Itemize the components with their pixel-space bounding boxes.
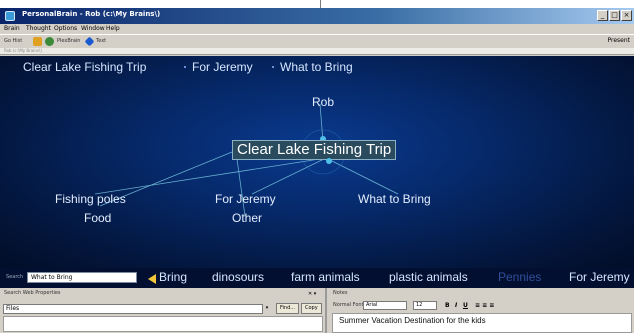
globe-icon[interactable]	[45, 37, 54, 46]
toolbar: Go Hist PlexBrain Text Present	[0, 34, 634, 48]
thought-parent[interactable]: Rob	[312, 95, 334, 109]
thought-child[interactable]: What to Bring	[358, 192, 431, 206]
thought-jump[interactable]: Food	[84, 211, 111, 225]
breadcrumb-separator	[272, 66, 274, 68]
pin-item[interactable]: Pennies	[498, 270, 541, 284]
address-bar: Rob (c:\My Brains\)	[0, 48, 634, 55]
bold-button[interactable]: B	[445, 302, 450, 309]
notes-panel: Notes Normal Font Arial 12 B I U ≡ ≡ ≡ S…	[329, 288, 634, 333]
search-label: Search	[6, 274, 24, 280]
link-child-3	[325, 157, 399, 195]
text-button[interactable]: Text	[96, 38, 106, 44]
pin-arrow-icon[interactable]	[148, 274, 156, 284]
plexbrain-button[interactable]: PlexBrain	[57, 38, 80, 44]
panel-tabs[interactable]: Search Web Properties	[4, 290, 61, 296]
breadcrumb-separator	[184, 66, 186, 68]
chevron-down-icon[interactable]: ▾	[262, 304, 271, 314]
copy-button[interactable]: Copy	[301, 303, 322, 314]
notes-tab[interactable]: Notes	[333, 290, 347, 296]
diamond-icon[interactable]	[84, 36, 95, 47]
app-icon	[5, 11, 15, 21]
plex-links	[94, 103, 399, 217]
results-list[interactable]	[3, 316, 323, 332]
search-panel: Search Web Properties ✕ ▾ Files ▾ Find..…	[0, 288, 327, 333]
central-gate-bottom[interactable]	[326, 158, 332, 164]
panel-tools[interactable]: ✕ ▾	[308, 291, 316, 297]
desktop-strip	[0, 0, 634, 8]
present-button[interactable]: Present	[607, 37, 630, 44]
close-button[interactable]: ×	[621, 10, 632, 21]
size-select[interactable]: 12	[413, 301, 437, 310]
back-button[interactable]: Go Hist	[4, 38, 22, 44]
files-field[interactable]: Files	[3, 304, 271, 314]
menu-help[interactable]: Help	[106, 25, 120, 32]
breadcrumb-item[interactable]: Clear Lake Fishing Trip	[23, 60, 146, 74]
pin-item[interactable]: dinosours	[212, 270, 264, 284]
search-input[interactable]: What to Bring	[27, 272, 137, 283]
central-thought[interactable]: Clear Lake Fishing Trip	[232, 140, 397, 160]
divider	[320, 0, 321, 8]
font-select[interactable]: Arial	[363, 301, 407, 310]
format-label: Normal Font	[333, 302, 364, 308]
window-title: PersonalBrain - Rob (c:\My Brains\)	[22, 10, 161, 18]
thought-jump[interactable]: Other	[232, 211, 262, 225]
thought-child[interactable]: Fishing poles	[55, 192, 126, 206]
menu-options[interactable]: Options	[54, 25, 77, 32]
align-icons[interactable]: ≡ ≡ ≡	[475, 302, 494, 309]
notes-editor[interactable]: Summer Vacation Destination for the kids	[332, 313, 632, 333]
notes-text: Summer Vacation Destination for the kids	[339, 316, 486, 325]
pins-bar: Search What to Bring Bring dinosours far…	[0, 268, 634, 288]
italic-button[interactable]: I	[455, 302, 457, 309]
folder-icon[interactable]	[33, 37, 42, 46]
find-button[interactable]: Find...	[276, 303, 300, 314]
breadcrumb-item[interactable]: For Jeremy	[192, 60, 253, 74]
pin-item[interactable]: farm animals	[291, 270, 360, 284]
link-jump-2	[235, 151, 246, 217]
underline-button[interactable]: U	[463, 302, 468, 309]
pin-item[interactable]: Bring	[159, 270, 187, 284]
maximize-button[interactable]: □	[609, 10, 620, 21]
menu-thought[interactable]: Thought	[26, 25, 51, 32]
title-bar[interactable]: PersonalBrain - Rob (c:\My Brains\) _ □ …	[0, 8, 634, 24]
thought-child[interactable]: For Jeremy	[215, 192, 276, 206]
pin-item[interactable]: plastic animals	[389, 270, 468, 284]
personalbrain-window: PersonalBrain - Rob (c:\My Brains\) _ □ …	[0, 0, 634, 333]
link-child-1	[94, 157, 327, 195]
breadcrumbs: Clear Lake Fishing Trip For Jeremy What …	[0, 60, 634, 76]
menu-bar: Brain Thought Options Window Help	[0, 24, 634, 34]
menu-window[interactable]: Window	[81, 25, 105, 32]
menu-brain[interactable]: Brain	[4, 25, 20, 32]
pin-item[interactable]: For Jeremy	[569, 270, 630, 284]
minimize-button[interactable]: _	[597, 10, 608, 21]
breadcrumb-item[interactable]: What to Bring	[280, 60, 353, 74]
bottom-panels: Search Web Properties ✕ ▾ Files ▾ Find..…	[0, 288, 634, 333]
address-text: Rob (c:\My Brains\)	[4, 48, 42, 53]
